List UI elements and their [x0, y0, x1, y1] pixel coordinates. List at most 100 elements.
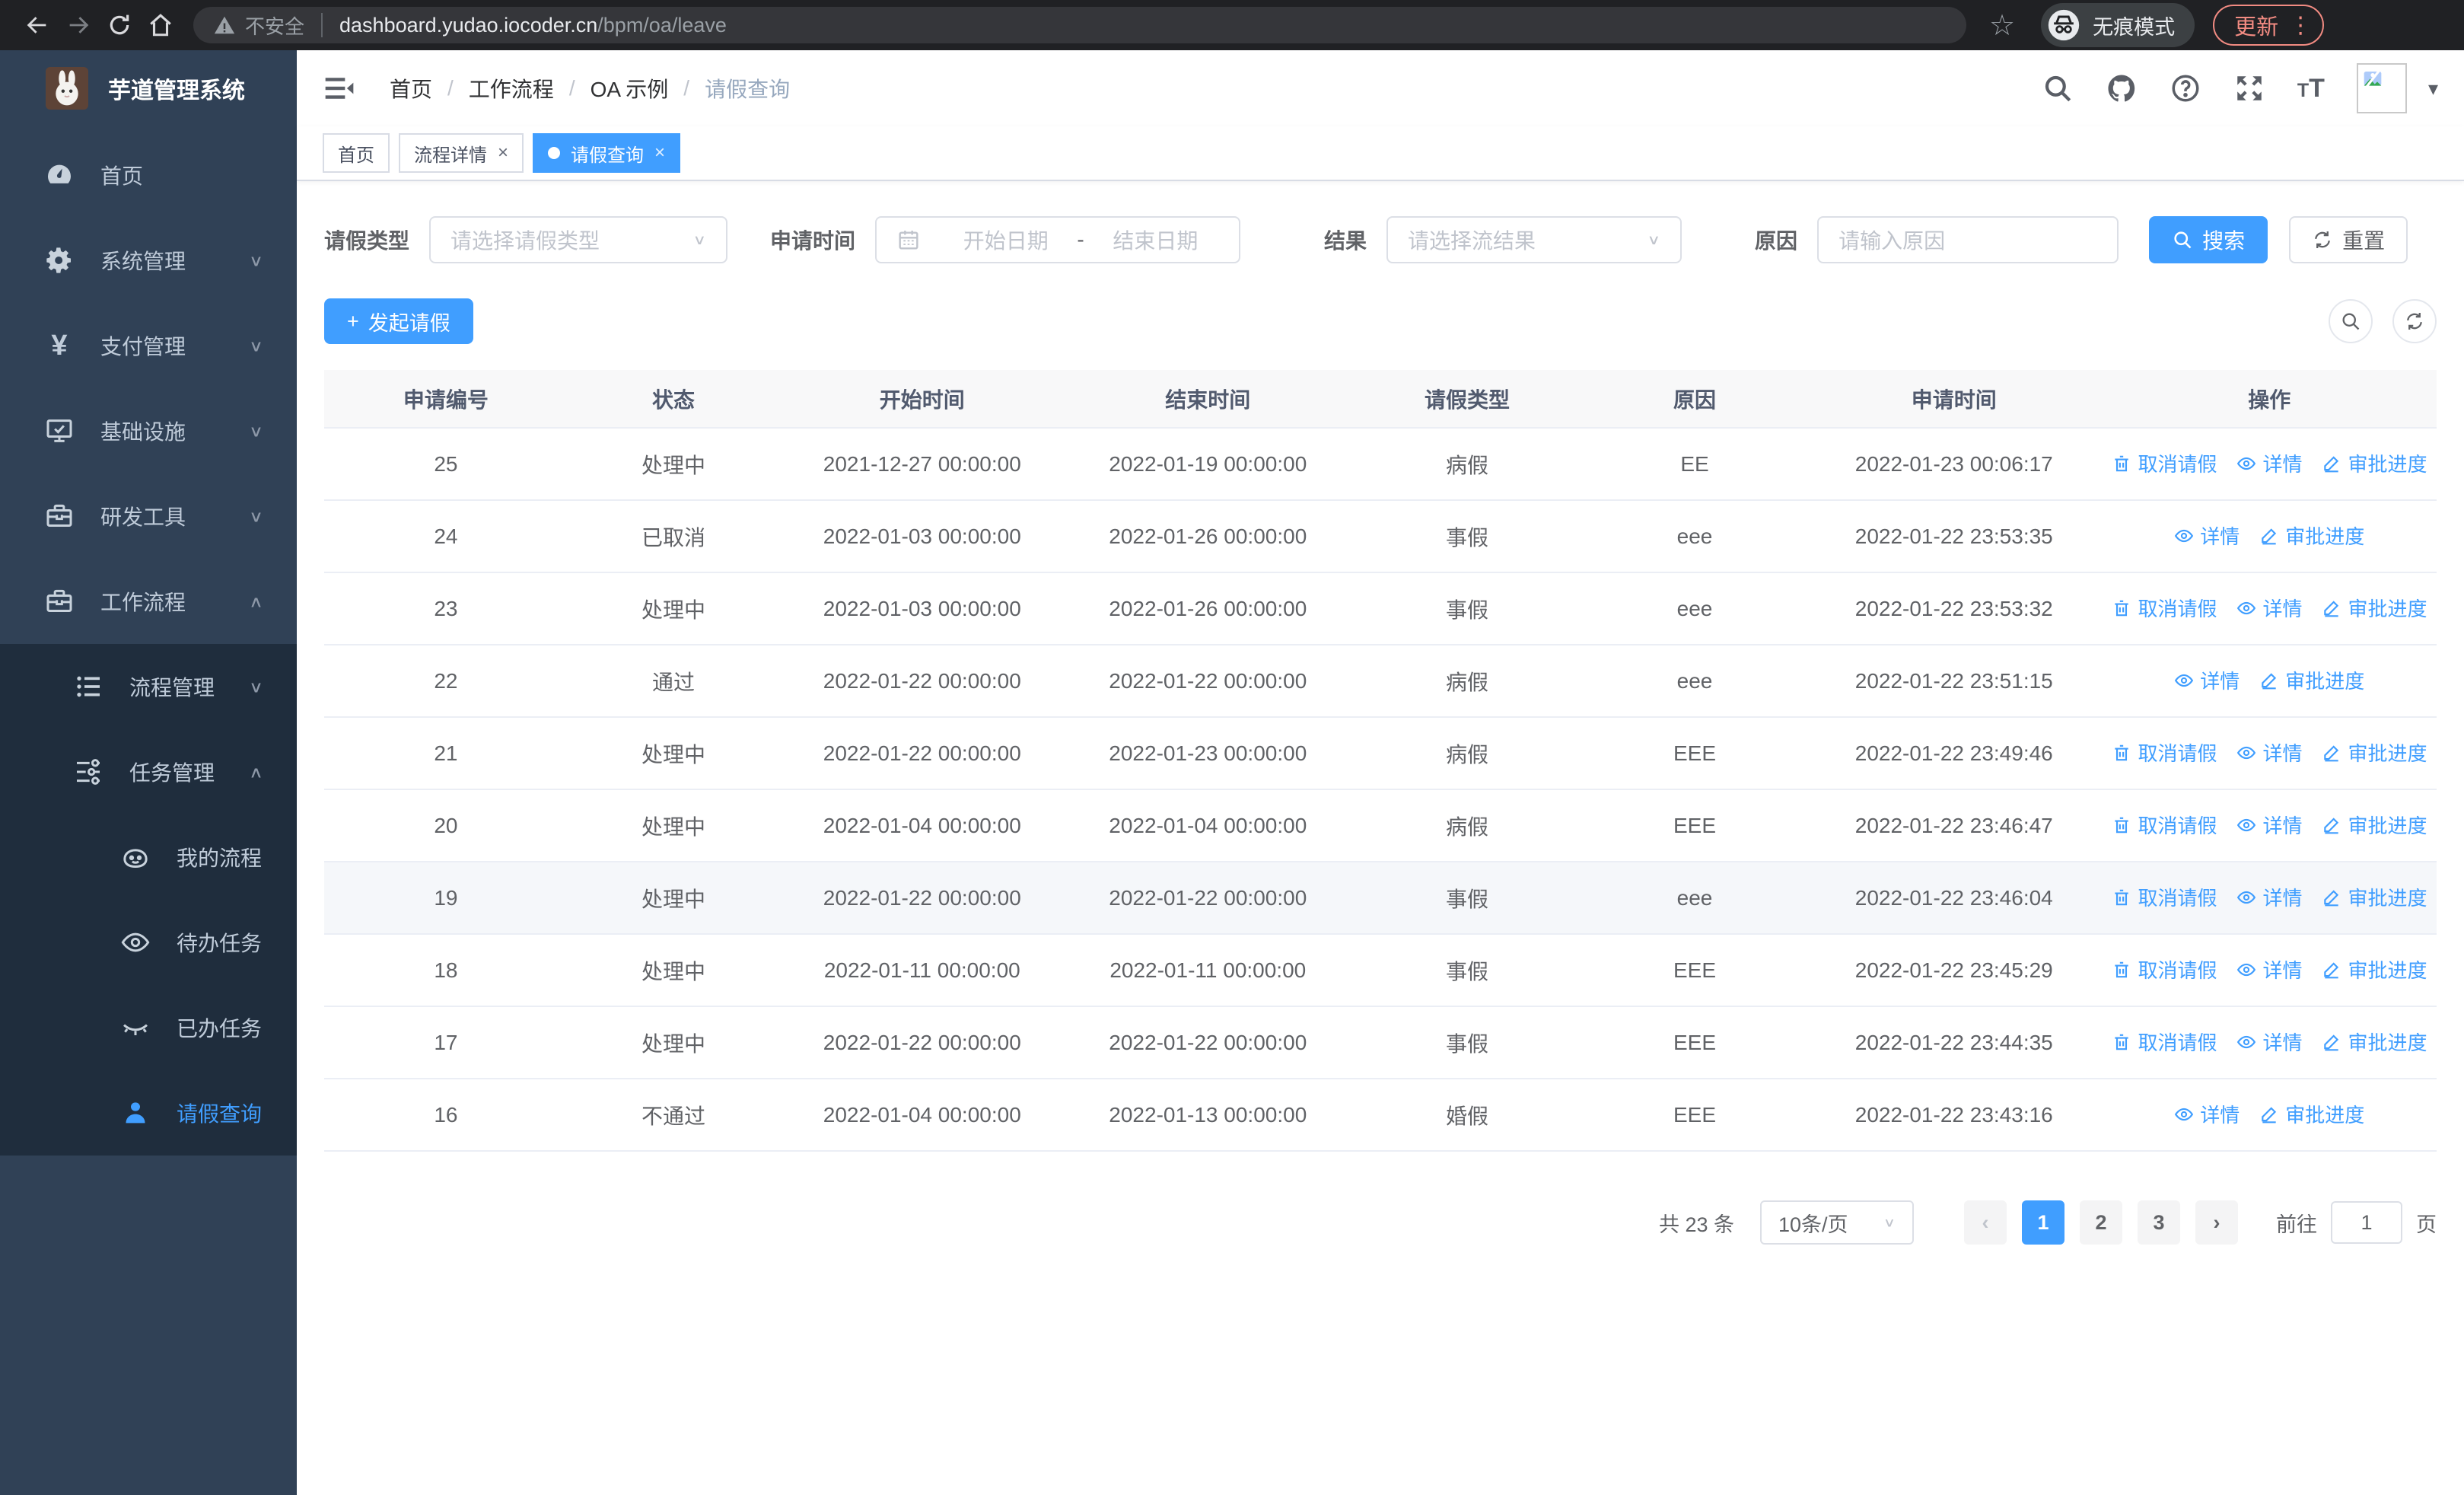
detail-action-link[interactable]: 详情	[2174, 666, 2240, 694]
progress-action-link[interactable]: 审批进度	[2322, 449, 2427, 477]
update-button[interactable]: 更新 ⋮	[2213, 5, 2325, 46]
sidebar-item-请假查询[interactable]: 请假查询	[0, 1070, 297, 1156]
detail-action-link[interactable]: 详情	[2236, 811, 2302, 839]
detail-action-link[interactable]: 详情	[2236, 1028, 2302, 1056]
fontsize-icon[interactable]: TT	[2297, 74, 2325, 104]
progress-action-link[interactable]: 审批进度	[2322, 811, 2427, 839]
progress-action-link[interactable]: 审批进度	[2322, 883, 2427, 911]
close-icon[interactable]: ×	[654, 142, 665, 164]
toggle-search-button[interactable]	[2329, 299, 2373, 343]
home-icon[interactable]	[140, 5, 181, 46]
tab-首页[interactable]: 首页	[323, 133, 390, 173]
sidebar-item-已办任务[interactable]: 已办任务	[0, 985, 297, 1070]
sidebar-item-label: 研发工具	[100, 505, 186, 529]
apply-time-range-picker[interactable]: 开始日期 - 结束日期	[875, 216, 1241, 263]
end-date-placeholder[interactable]: 结束日期	[1092, 225, 1219, 255]
detail-action-link[interactable]: 详情	[2174, 521, 2240, 550]
page-size-select[interactable]: 10条/页 ∨	[1760, 1200, 1914, 1245]
sidebar-item-流程管理[interactable]: 流程管理 ∨	[0, 644, 297, 729]
reason-input[interactable]: 请输入原因	[1817, 216, 2119, 263]
forward-icon[interactable]	[58, 5, 99, 46]
detail-action-link[interactable]: 详情	[2174, 1100, 2240, 1128]
goto-page-input[interactable]	[2331, 1201, 2402, 1244]
detail-action-link[interactable]: 详情	[2236, 449, 2302, 477]
search-button[interactable]: 搜索	[2149, 216, 2268, 263]
goto-label: 前往	[2276, 1213, 2317, 1236]
progress-action-link[interactable]: 审批进度	[2322, 594, 2427, 622]
page-button-3[interactable]: 3	[2138, 1200, 2180, 1245]
create-leave-label: 发起请假	[368, 311, 450, 335]
next-page-button[interactable]: ›	[2195, 1200, 2238, 1245]
leave-type-select[interactable]: 请选择请假类型 ∨	[429, 216, 728, 263]
progress-action-link[interactable]: 审批进度	[2259, 666, 2364, 694]
cancel-action-link[interactable]: 取消请假	[2112, 594, 2217, 622]
fullscreen-icon[interactable]	[2233, 72, 2265, 104]
refresh-circle-icon	[2404, 311, 2425, 332]
star-icon[interactable]: ☆	[1989, 8, 2015, 43]
reset-button[interactable]: 重置	[2289, 216, 2408, 263]
cancel-action-link[interactable]: 取消请假	[2112, 883, 2217, 911]
action-label: 审批进度	[2285, 670, 2365, 693]
rabbit-logo	[46, 67, 88, 110]
cell-end: 2022-01-22 00:00:00	[1065, 645, 1351, 718]
progress-action-link[interactable]: 审批进度	[2259, 521, 2364, 550]
view-eye-icon	[2236, 743, 2256, 763]
detail-action-link[interactable]: 详情	[2236, 883, 2302, 911]
refresh-button[interactable]	[2392, 299, 2437, 343]
start-date-placeholder[interactable]: 开始日期	[942, 225, 1069, 255]
search-icon[interactable]	[2042, 72, 2074, 104]
edit-pen-icon	[2259, 671, 2279, 690]
cancel-action-link[interactable]: 取消请假	[2112, 738, 2217, 767]
close-icon[interactable]: ×	[498, 142, 508, 164]
cancel-action-link[interactable]: 取消请假	[2112, 955, 2217, 983]
sidebar-item-待办任务[interactable]: 待办任务	[0, 900, 297, 985]
action-label: 详情	[2200, 670, 2240, 693]
breadcrumb-workflow[interactable]: 工作流程	[469, 73, 554, 104]
help-icon[interactable]	[2170, 72, 2201, 104]
cell-actions: 取消请假 详情 审批进度	[2102, 789, 2437, 862]
view-eye-icon	[2174, 1105, 2194, 1124]
page-button-1[interactable]: 1	[2022, 1200, 2064, 1245]
github-icon[interactable]	[2106, 72, 2138, 104]
sidebar-item-系统管理[interactable]: 系统管理 ∨	[0, 218, 297, 303]
sidebar-item-我的流程[interactable]: 我的流程	[0, 814, 297, 900]
page-button-2[interactable]: 2	[2080, 1200, 2122, 1245]
progress-action-link[interactable]: 审批进度	[2322, 955, 2427, 983]
app-title: 芋道管理系统	[108, 78, 245, 104]
sidebar-item-工作流程[interactable]: 工作流程 ∧	[0, 559, 297, 644]
back-icon[interactable]	[17, 5, 58, 46]
cancel-action-link[interactable]: 取消请假	[2112, 1028, 2217, 1056]
sidebar-item-基础设施[interactable]: 基础设施 ∨	[0, 388, 297, 473]
column-header-开始时间: 开始时间	[779, 370, 1065, 428]
user-icon	[120, 1098, 151, 1128]
cell-actions: 取消请假 详情 审批进度	[2102, 427, 2437, 501]
url-bar[interactable]: 不安全 dashboard.yudao.iocoder.cn/bpm/oa/le…	[193, 7, 1966, 43]
hamburger-icon[interactable]	[323, 72, 356, 105]
cancel-action-link[interactable]: 取消请假	[2112, 449, 2217, 477]
sidebar-item-首页[interactable]: 首页	[0, 132, 297, 218]
edit-pen-icon	[2322, 743, 2341, 763]
avatar[interactable]	[2356, 63, 2407, 113]
progress-action-link[interactable]: 审批进度	[2322, 1028, 2427, 1056]
sidebar-item-研发工具[interactable]: 研发工具 ∨	[0, 473, 297, 559]
prev-page-button[interactable]: ‹	[1964, 1200, 2007, 1245]
sidebar-item-支付管理[interactable]: ¥ 支付管理 ∨	[0, 303, 297, 388]
reload-icon[interactable]	[99, 5, 140, 46]
kebab-menu-icon[interactable]: ⋮	[2289, 12, 2312, 39]
result-select[interactable]: 请选择流结果 ∨	[1386, 216, 1682, 263]
create-leave-button[interactable]: + 发起请假	[324, 298, 473, 344]
tab-请假查询[interactable]: 请假查询 ×	[533, 133, 681, 173]
sidebar-item-任务管理[interactable]: 任务管理 ∧	[0, 729, 297, 814]
breadcrumb-oa-example[interactable]: OA 示例	[591, 73, 669, 104]
detail-action-link[interactable]: 详情	[2236, 738, 2302, 767]
cancel-action-link[interactable]: 取消请假	[2112, 811, 2217, 839]
caret-down-icon[interactable]: ▾	[2428, 77, 2438, 100]
progress-action-link[interactable]: 审批进度	[2259, 1100, 2364, 1128]
progress-action-link[interactable]: 审批进度	[2322, 738, 2427, 767]
detail-action-link[interactable]: 详情	[2236, 594, 2302, 622]
cell-reason: eee	[1584, 645, 1807, 718]
detail-action-link[interactable]: 详情	[2236, 955, 2302, 983]
cell-end: 2022-01-22 00:00:00	[1065, 1006, 1351, 1079]
breadcrumb-home[interactable]: 首页	[390, 73, 432, 104]
tab-流程详情[interactable]: 流程详情 ×	[399, 133, 524, 173]
